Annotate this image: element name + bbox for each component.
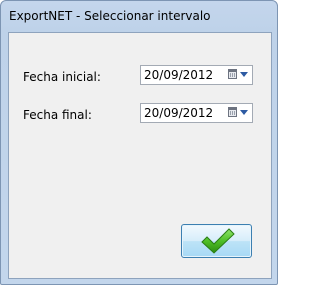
ok-button[interactable] [181, 224, 252, 258]
end-date-value[interactable]: 20/09/2012 [144, 106, 213, 120]
end-date-label: Fecha final: [23, 108, 92, 122]
end-date-dropdown-button[interactable] [226, 106, 250, 120]
chevron-down-icon [240, 72, 248, 77]
dialog-window: ExportNET - Seleccionar intervalo Fecha … [0, 0, 278, 285]
calendar-icon [228, 69, 237, 79]
end-date-picker[interactable]: 20/09/2012 [140, 103, 253, 123]
start-date-dropdown-button[interactable] [226, 68, 250, 82]
calendar-icon [228, 107, 237, 117]
checkmark-icon [201, 228, 235, 254]
dialog-content: Fecha inicial: 20/09/2012 Fecha final: 2… [8, 32, 272, 279]
start-date-value[interactable]: 20/09/2012 [144, 68, 213, 82]
window-title: ExportNET - Seleccionar intervalo [9, 9, 211, 23]
title-bar[interactable]: ExportNET - Seleccionar intervalo [1, 1, 277, 31]
start-date-picker[interactable]: 20/09/2012 [140, 65, 253, 85]
start-date-label: Fecha inicial: [23, 70, 101, 84]
chevron-down-icon [240, 110, 248, 115]
